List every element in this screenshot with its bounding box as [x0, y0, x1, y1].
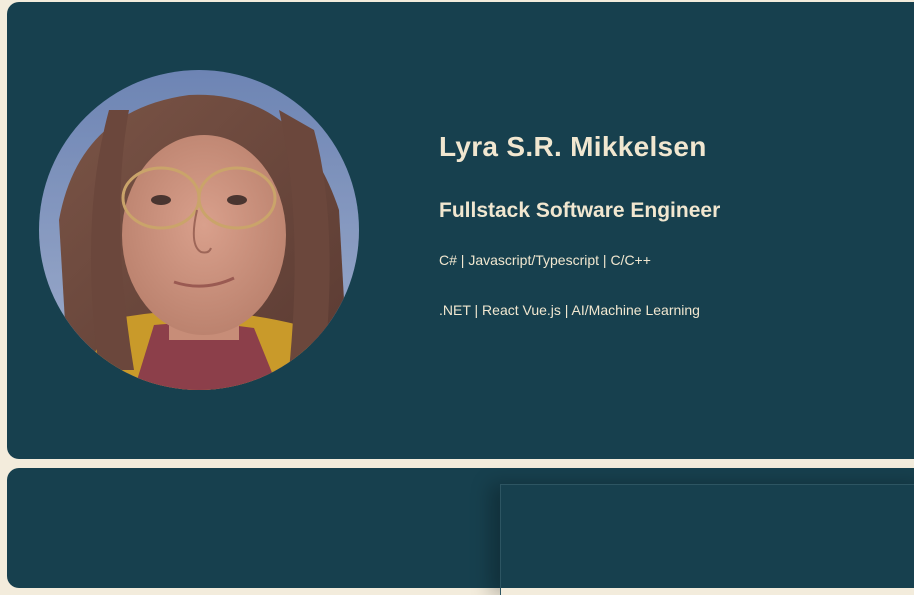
- next-section-card: [7, 468, 914, 595]
- frameworks-line: .NET | React Vue.js | AI/Machine Learnin…: [439, 302, 700, 318]
- profile-info: Lyra S.R. Mikkelsen Fullstack Software E…: [439, 127, 720, 320]
- profile-photo-icon: [39, 70, 359, 390]
- profile-role: Fullstack Software Engineer: [439, 199, 721, 222]
- next-section-panel: [500, 484, 914, 595]
- profile-hero-card: Lyra S.R. Mikkelsen Fullstack Software E…: [7, 2, 914, 459]
- profile-name: Lyra S.R. Mikkelsen: [439, 131, 707, 162]
- profile-avatar: [39, 70, 359, 390]
- skills-line: C# | Javascript/Typescript | C/C++: [439, 252, 651, 268]
